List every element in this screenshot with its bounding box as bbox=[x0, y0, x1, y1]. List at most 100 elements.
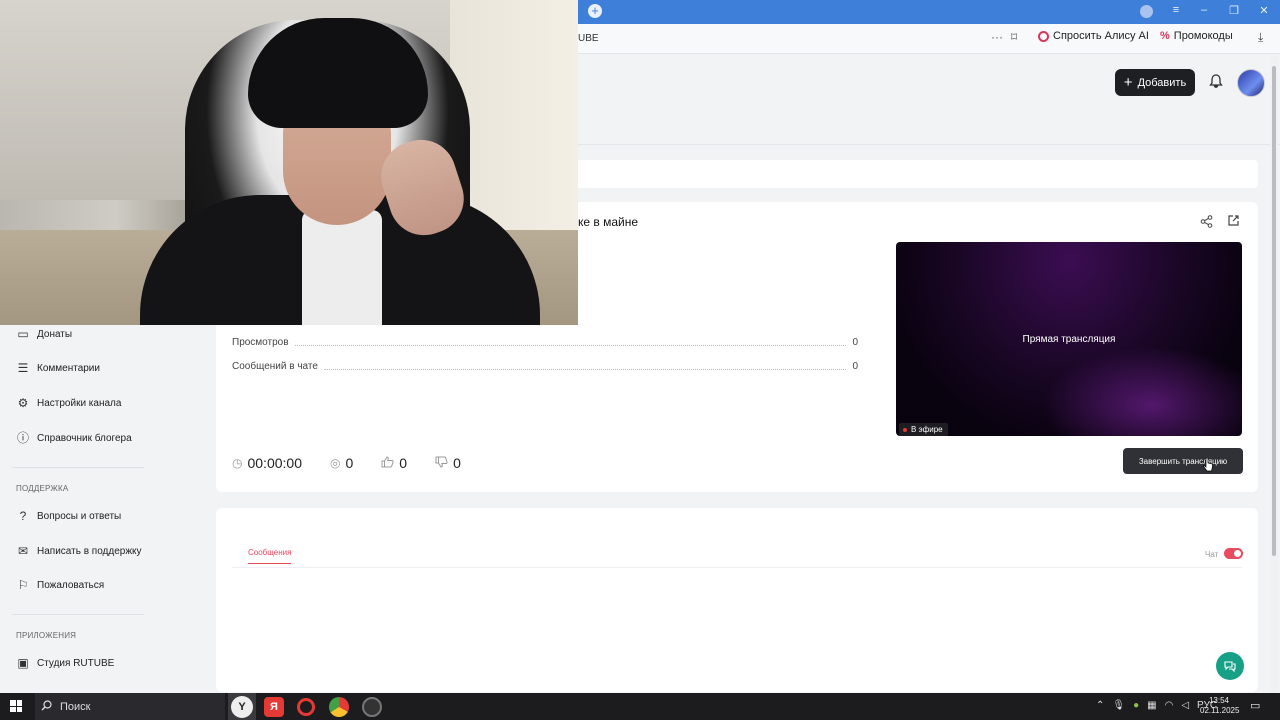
sidebar-item-report[interactable]: ⚐ Пожаловаться bbox=[16, 578, 105, 592]
sidebar-item-label: Вопросы и ответы bbox=[37, 510, 122, 522]
promo-label: Промокоды bbox=[1173, 30, 1233, 42]
plus-icon: + bbox=[1123, 73, 1133, 91]
wallet-icon: ▭ bbox=[17, 327, 29, 341]
windows-start-icon[interactable] bbox=[10, 700, 22, 712]
viewers-metric: ◎ 0 bbox=[330, 455, 353, 471]
dislikes-value: 0 bbox=[453, 455, 461, 471]
taskbar: Поиск Y Я ⌃ 🎙 ● ▦ ◠ ◁ РУС 13:54 02.11.20… bbox=[0, 693, 1280, 720]
chat-toggle-label: Чат bbox=[1205, 550, 1219, 559]
stream-title: ке в майне bbox=[578, 215, 639, 229]
page-scrollbar[interactable] bbox=[1270, 56, 1278, 692]
sidebar-item-label: Написать в поддержку bbox=[37, 545, 142, 557]
stat-value: 0 bbox=[852, 361, 858, 372]
network-icon[interactable]: ▦ bbox=[1147, 700, 1156, 711]
scrollbar-thumb[interactable] bbox=[1272, 66, 1276, 556]
info-icon: ⓘ bbox=[16, 431, 29, 445]
sidebar-item-rutube-studio[interactable]: ▣ Студия RUTUBE bbox=[16, 656, 114, 670]
search-icon bbox=[41, 699, 52, 714]
stream-metrics: ◷ 00:00:00 ◎ 0 0 0 bbox=[232, 455, 489, 471]
stream-player[interactable]: Прямая трансляция В эфире bbox=[896, 242, 1242, 436]
gear-icon: ⚙ bbox=[17, 396, 29, 410]
bookmark-icon[interactable]: ⌑ bbox=[1011, 30, 1017, 44]
stat-row-views: Просмотров 0 bbox=[232, 337, 858, 348]
flag-icon: ⚐ bbox=[17, 578, 29, 592]
tab-messages[interactable]: Сообщения bbox=[248, 548, 292, 564]
opera-icon[interactable] bbox=[297, 698, 315, 716]
wifi-icon[interactable]: ◠ bbox=[1165, 700, 1174, 711]
live-dot-icon bbox=[903, 427, 907, 432]
chrome-icon[interactable] bbox=[329, 697, 349, 717]
ask-alisa-button[interactable]: Спросить Алису AI bbox=[1038, 30, 1149, 42]
likes-metric: 0 bbox=[381, 455, 407, 471]
sidebar-item-label: Справочник блогера bbox=[37, 432, 132, 444]
ask-alisa-label: Спросить Алису AI bbox=[1053, 30, 1149, 42]
notification-icon[interactable]: ▭ bbox=[1250, 699, 1260, 712]
new-tab-icon[interactable]: + bbox=[588, 4, 602, 18]
sidebar-item-contact-support[interactable]: ✉ Написать в поддержку bbox=[16, 544, 142, 558]
restore-icon[interactable]: ❐ bbox=[1226, 4, 1242, 17]
support-chat-button[interactable] bbox=[1216, 652, 1244, 680]
mic-icon[interactable]: 🎙 bbox=[1112, 700, 1125, 711]
sidebar-item-donations[interactable]: ▭ Донаты bbox=[16, 327, 72, 341]
live-badge-label: В эфире bbox=[911, 425, 943, 434]
end-stream-button[interactable]: Завершить трансляцию bbox=[1123, 448, 1243, 474]
sidebar-item-channel-settings[interactable]: ⚙ Настройки канала bbox=[16, 396, 122, 410]
sidebar-item-comments[interactable]: ☰ Комментарии bbox=[16, 361, 100, 375]
clock[interactable]: 13:54 02.11.2025 bbox=[1200, 696, 1240, 716]
promo-button[interactable]: % Промокоды bbox=[1160, 30, 1233, 42]
minimize-icon[interactable]: – bbox=[1196, 4, 1212, 16]
duration-metric: ◷ 00:00:00 bbox=[232, 455, 302, 471]
yandex-browser-icon[interactable]: Y bbox=[231, 696, 253, 718]
chevron-up-icon[interactable]: ⌃ bbox=[1096, 700, 1104, 711]
mouse-cursor-icon bbox=[1203, 458, 1213, 472]
player-title: Прямая трансляция bbox=[1022, 334, 1116, 345]
volume-icon[interactable]: ◁ bbox=[1181, 700, 1189, 711]
taskbar-search[interactable]: Поиск bbox=[35, 693, 225, 720]
share-icon[interactable] bbox=[1200, 215, 1213, 231]
close-icon[interactable]: ✕ bbox=[1256, 4, 1272, 17]
stat-value: 0 bbox=[852, 337, 858, 348]
sidebar-item-label: Комментарии bbox=[37, 362, 100, 374]
stat-label: Просмотров bbox=[232, 337, 289, 348]
sidebar: ▭ Донаты ☰ Комментарии ⚙ Настройки канал… bbox=[0, 325, 216, 693]
clock-icon: ◷ bbox=[232, 456, 243, 470]
sidebar-item-label: Пожаловаться bbox=[37, 579, 105, 591]
screen: + ≡ – ❐ ✕ UBE ··· ⌑ Спросить Алису AI % … bbox=[0, 0, 1280, 720]
studio-icon: ▣ bbox=[17, 656, 29, 670]
webcam-overlay bbox=[0, 0, 578, 325]
dislikes-metric: 0 bbox=[435, 455, 461, 471]
thumbs-down-icon bbox=[435, 456, 448, 471]
download-icon[interactable]: ⤓ bbox=[1258, 30, 1263, 45]
mail-icon: ✉ bbox=[17, 544, 29, 558]
question-icon: ? bbox=[19, 509, 27, 523]
duration-value: 00:00:00 bbox=[247, 455, 302, 471]
url-text[interactable]: UBE bbox=[578, 33, 599, 44]
system-tray: ⌃ 🎙 ● ▦ ◠ ◁ РУС bbox=[1096, 700, 1217, 711]
sidebar-item-label: Донаты bbox=[37, 328, 73, 340]
user-icon: ◎ bbox=[329, 456, 341, 470]
obs-icon[interactable] bbox=[362, 697, 382, 717]
user-avatar[interactable] bbox=[1237, 69, 1265, 97]
tray-app-icon[interactable]: ● bbox=[1133, 700, 1139, 711]
percent-icon: % bbox=[1160, 30, 1170, 42]
yandex-icon[interactable]: Я bbox=[264, 697, 284, 717]
sidebar-item-label: Настройки канала bbox=[37, 397, 122, 409]
sidebar-item-blogger-guide[interactable]: ⓘ Справочник блогера bbox=[16, 431, 132, 445]
sidebar-section-support: ПОДДЕРЖКА bbox=[16, 484, 69, 493]
chat-toggle[interactable] bbox=[1224, 548, 1243, 559]
date-text: 02.11.2025 bbox=[1200, 706, 1240, 715]
open-external-icon[interactable] bbox=[1227, 214, 1240, 230]
bell-icon[interactable] bbox=[1207, 73, 1225, 91]
stat-label: Сообщений в чате bbox=[232, 361, 318, 372]
likes-value: 0 bbox=[399, 455, 408, 471]
sidebar-item-label: Студия RUTUBE bbox=[37, 657, 115, 669]
search-placeholder: Поиск bbox=[60, 700, 91, 713]
window-menu-icon[interactable]: ≡ bbox=[1168, 4, 1184, 16]
comments-icon: ☰ bbox=[17, 361, 29, 375]
viewers-value: 0 bbox=[345, 455, 354, 471]
more-icon[interactable]: ··· bbox=[991, 30, 1003, 44]
add-button[interactable]: + Добавить bbox=[1115, 69, 1195, 96]
sidebar-item-faq[interactable]: ? Вопросы и ответы bbox=[16, 509, 122, 523]
tab-divider bbox=[232, 567, 1242, 568]
browser-profile-icon[interactable] bbox=[1140, 5, 1153, 18]
